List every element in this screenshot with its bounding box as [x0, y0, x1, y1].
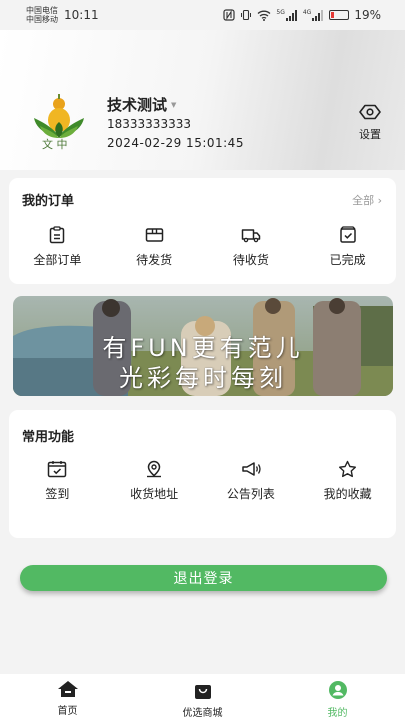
logout-button[interactable]: 退出登录	[20, 565, 387, 591]
user-name-text: 技术测试	[107, 96, 168, 114]
home-icon	[57, 681, 78, 697]
function-announcements[interactable]: 公告列表	[203, 460, 300, 502]
status-icons: 5G 4G 19%	[223, 8, 381, 22]
orders-row: 全部订单 待发货 待收货 已完成	[9, 226, 396, 268]
order-tab-all[interactable]: 全部订单	[9, 226, 106, 268]
order-tab-completed-label: 已完成	[329, 253, 366, 267]
clipboard-icon	[50, 226, 65, 244]
function-announcements-label: 公告列表	[226, 487, 275, 501]
tab-mall-label: 优选商城	[182, 708, 223, 719]
settings-label: 设置	[359, 128, 381, 141]
truck-icon	[241, 229, 261, 243]
tab-home-label: 首页	[57, 706, 78, 717]
caret-down-icon: ▼	[171, 100, 177, 109]
tab-home[interactable]: 首页	[0, 674, 135, 720]
user-icon	[328, 681, 347, 699]
tab-mall[interactable]: 优选商城	[135, 674, 270, 720]
bottom-tab-bar: 首页 优选商城 我的	[0, 674, 405, 720]
settings-icon	[359, 104, 381, 120]
tab-mine-label: 我的	[327, 708, 348, 719]
user-phone: 18333333333	[107, 117, 191, 131]
functions-title: 常用功能	[22, 430, 75, 445]
box-icon	[145, 228, 163, 242]
signal-icon	[285, 9, 297, 21]
orders-title: 我的订单	[22, 194, 75, 209]
vibrate-icon	[241, 9, 252, 21]
status-time: 10:11	[64, 8, 99, 22]
signal-5g-label: 5G	[276, 8, 285, 16]
function-address[interactable]: 收货地址	[106, 460, 203, 502]
common-functions-card: 常用功能 签到 收货地址 公告列表 我的收藏	[9, 410, 396, 538]
settings-button[interactable]: 设置	[352, 104, 388, 144]
chevron-right-icon: ›	[377, 194, 382, 207]
battery-percent: 19%	[354, 8, 381, 22]
wifi-icon	[257, 10, 271, 21]
nfc-icon	[223, 9, 235, 21]
user-datetime: 2024-02-29 15:01:45	[107, 136, 244, 150]
function-favorites[interactable]: 我的收藏	[299, 460, 396, 502]
battery-icon	[329, 10, 350, 20]
signal-icon-2	[312, 9, 324, 21]
function-favorites-label: 我的收藏	[323, 487, 372, 501]
order-tab-all-label: 全部订单	[33, 253, 82, 267]
order-tab-completed[interactable]: 已完成	[299, 226, 396, 268]
view-all-orders-link[interactable]: 全部 ›	[352, 192, 382, 208]
order-tab-pending-receive[interactable]: 待收货	[203, 226, 300, 268]
order-tab-pending-ship[interactable]: 待发货	[106, 226, 203, 268]
carrier-info: 中国电信 中国移动	[26, 6, 58, 24]
promo-banner[interactable]: 有FUN更有范儿 光彩每时每刻	[13, 296, 393, 396]
carrier-2: 中国移动	[26, 15, 58, 24]
function-checkin-label: 签到	[45, 487, 70, 501]
functions-row: 签到 收货地址 公告列表 我的收藏	[9, 460, 396, 502]
order-tab-pending-receive-label: 待收货	[232, 253, 269, 267]
banner-subline: 光彩每时每刻	[119, 364, 287, 392]
calendar-check-icon	[48, 461, 67, 478]
tab-mine[interactable]: 我的	[270, 674, 405, 720]
location-icon	[147, 460, 162, 478]
logo-text: 文 中	[42, 138, 68, 151]
star-icon	[339, 460, 357, 478]
user-name[interactable]: 技术测试 ▼	[107, 94, 176, 115]
shopping-bag-icon	[194, 685, 211, 699]
view-all-label: 全部	[352, 194, 375, 207]
function-address-label: 收货地址	[130, 487, 179, 501]
carrier-1: 中国电信	[26, 6, 58, 15]
status-bar: 中国电信 中国移动 10:11 5G 4G 19%	[0, 0, 405, 30]
battery-fill	[331, 12, 335, 18]
function-checkin[interactable]: 签到	[9, 460, 106, 502]
order-tab-pending-ship-label: 待发货	[136, 253, 173, 267]
megaphone-icon	[242, 462, 261, 476]
check-box-icon	[339, 226, 356, 243]
orders-card: 我的订单 全部 › 全部订单 待发货 待收货 已完成	[9, 178, 396, 284]
signal-4g-label: 4G	[302, 8, 312, 16]
